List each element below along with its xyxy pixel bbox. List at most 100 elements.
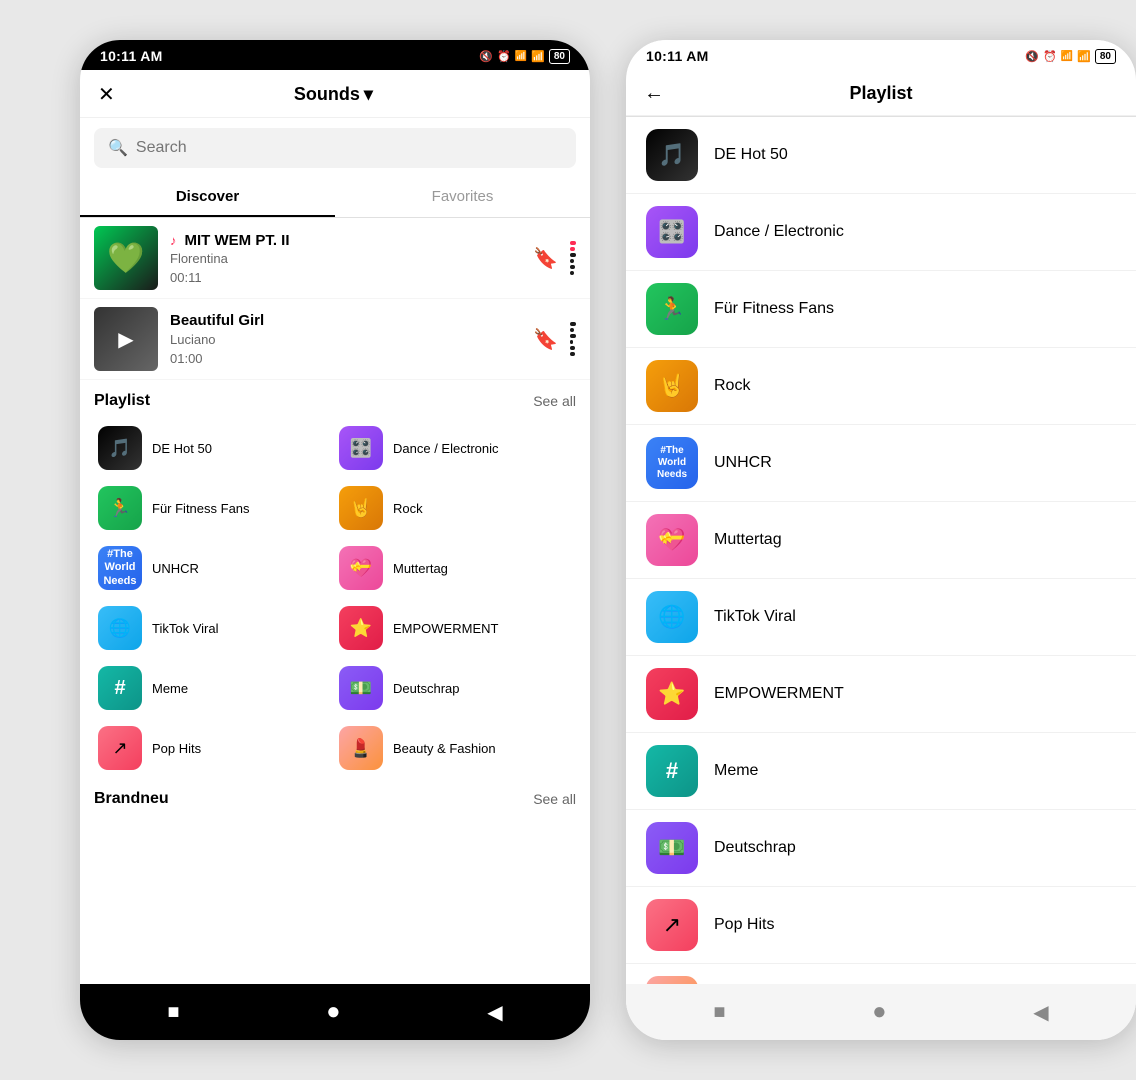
playlist-name: Muttertag (393, 561, 448, 576)
playlist-name: DE Hot 50 (714, 146, 788, 164)
list-item[interactable]: #TheWorldNeeds UNHCR (626, 425, 1136, 502)
playlist-icon: 💵 (339, 666, 383, 710)
playlist-list: 🎵 DE Hot 50 🎛️ Dance / Electronic 🏃 Für … (626, 117, 1136, 984)
list-item[interactable]: # Meme (626, 733, 1136, 810)
back-button[interactable]: ← (644, 82, 664, 105)
playlist-icon: 🎵 (98, 426, 142, 470)
playlist-icon: 💄 (339, 726, 383, 770)
playlist-section-title: Playlist (94, 392, 150, 410)
bookmark-button[interactable]: 🔖 (533, 327, 558, 352)
home-button[interactable]: ● (872, 998, 887, 1026)
stop-button[interactable]: ■ (713, 1001, 725, 1024)
playlist-icon: # (646, 745, 698, 797)
brandneu-see-all-button[interactable]: See all (533, 791, 576, 807)
music-note-icon: ♪ (170, 233, 177, 248)
track-item[interactable]: ▶ Beautiful Girl Luciano 01:00 🔖 (80, 299, 590, 380)
playlist-name: TikTok Viral (152, 621, 218, 636)
stop-button[interactable]: ■ (167, 1001, 179, 1024)
sounds-title: Sounds ▾ (294, 84, 373, 105)
track-time: 01:00 (170, 351, 521, 366)
search-bar[interactable]: 🔍 (94, 128, 576, 168)
track-title: Beautiful Girl (170, 312, 264, 329)
status-bar-left: 10:11 AM 🔇 ⏰ 📶 📶 80 (80, 40, 590, 70)
list-item[interactable]: ⭐ EMPOWERMENT (335, 598, 576, 658)
playlist-icon: #TheWorldNeeds (98, 546, 142, 590)
mute-icon: 🔇 (479, 50, 493, 63)
playlist-icon: 💝 (646, 514, 698, 566)
playlist-icon: 🎛️ (339, 426, 383, 470)
signal-icon: 📶 (1061, 51, 1073, 62)
status-icons-left: 🔇 ⏰ 📶 📶 80 (479, 49, 570, 64)
list-item[interactable]: #TheWorldNeeds UNHCR (94, 538, 335, 598)
playlist-section-header: Playlist See all (80, 380, 590, 418)
playlist-name: Deutschrap (714, 839, 796, 857)
playlist-icon: ⭐ (646, 668, 698, 720)
playlist-name: Muttertag (714, 531, 782, 549)
right-phone: 10:11 AM 🔇 ⏰ 📶 📶 80 ← Playlist 🎵 DE Hot … (626, 40, 1136, 1040)
battery-left: 80 (549, 49, 570, 64)
track-time: 00:11 (170, 270, 521, 285)
list-item[interactable]: 🤘 Rock (335, 478, 576, 538)
bookmark-button[interactable]: 🔖 (533, 246, 558, 271)
playlist-name: Meme (152, 681, 188, 696)
playlist-icon: 🏃 (646, 283, 698, 335)
list-item[interactable]: ↗ Pop Hits (626, 887, 1136, 964)
playlist-name: Für Fitness Fans (714, 300, 834, 318)
dropdown-icon[interactable]: ▾ (364, 84, 373, 105)
tabs: Discover Favorites (80, 178, 590, 218)
playlist-icon: 🤘 (339, 486, 383, 530)
mute-icon: 🔇 (1025, 50, 1039, 63)
playlist-icon: ⭐ (339, 606, 383, 650)
playlist-icon: 💝 (339, 546, 383, 590)
list-item[interactable]: 💵 Deutschrap (335, 658, 576, 718)
bottom-nav-right: ■ ● ◀ (626, 984, 1136, 1040)
list-item[interactable]: 🎛️ Dance / Electronic (335, 418, 576, 478)
brandneu-section-header: Brandneu See all (80, 778, 590, 812)
list-item[interactable]: 💄 Beauty & Fashion (335, 718, 576, 778)
playlist-icon: #TheWorldNeeds (646, 437, 698, 489)
home-button[interactable]: ● (326, 998, 341, 1026)
list-item[interactable]: 🎵 DE Hot 50 (626, 117, 1136, 194)
playlist-name: EMPOWERMENT (393, 621, 498, 636)
list-item[interactable]: 🎵 DE Hot 50 (94, 418, 335, 478)
alarm-icon: ⏰ (497, 50, 511, 63)
status-bar-right: 10:11 AM 🔇 ⏰ 📶 📶 80 (626, 40, 1136, 70)
close-button[interactable]: ✕ (98, 82, 115, 107)
see-all-button[interactable]: See all (533, 393, 576, 409)
back-button[interactable]: ◀ (1033, 1000, 1048, 1025)
playlist-name: Deutschrap (393, 681, 459, 696)
track-artist: Luciano (170, 332, 521, 347)
list-item[interactable]: 💝 Muttertag (335, 538, 576, 598)
list-item[interactable]: 🎛️ Dance / Electronic (626, 194, 1136, 271)
wifi-icon: 📶 (531, 50, 545, 63)
back-button[interactable]: ◀ (487, 1000, 502, 1025)
signal-icon: 📶 (515, 51, 527, 62)
list-item[interactable]: 🏃 Für Fitness Fans (626, 271, 1136, 348)
list-item[interactable]: 🌐 TikTok Viral (626, 579, 1136, 656)
track-item[interactable]: 💚 ♪ MIT WEM PT. II Florentina 00:11 🔖 (80, 218, 590, 299)
playlist-name: UNHCR (152, 561, 199, 576)
playlist-grid: 🎵 DE Hot 50 🎛️ Dance / Electronic 🏃 Für … (80, 418, 590, 778)
playlist-name: DE Hot 50 (152, 441, 212, 456)
list-item[interactable]: # Meme (94, 658, 335, 718)
search-input[interactable] (136, 139, 562, 157)
left-phone: 10:11 AM 🔇 ⏰ 📶 📶 80 ✕ Sounds ▾ 🔍 Discove… (80, 40, 590, 1040)
tab-favorites[interactable]: Favorites (335, 178, 590, 217)
playlist-name: Rock (714, 377, 750, 395)
list-item[interactable]: 💵 Deutschrap (626, 810, 1136, 887)
playlist-name: Für Fitness Fans (152, 501, 250, 516)
list-item[interactable]: ⭐ EMPOWERMENT (626, 656, 1136, 733)
list-item[interactable]: 💄 Beauty & Fashion (626, 964, 1136, 984)
track-artist: Florentina (170, 251, 521, 266)
list-item[interactable]: 🤘 Rock (626, 348, 1136, 425)
tab-discover[interactable]: Discover (80, 178, 335, 217)
playlist-icon: 🤘 (646, 360, 698, 412)
track-info: Beautiful Girl Luciano 01:00 (170, 312, 521, 366)
list-item[interactable]: 🏃 Für Fitness Fans (94, 478, 335, 538)
brandneu-title: Brandneu (94, 790, 169, 808)
list-item[interactable]: 💝 Muttertag (626, 502, 1136, 579)
playlist-icon: ↗ (98, 726, 142, 770)
list-item[interactable]: ↗ Pop Hits (94, 718, 335, 778)
list-item[interactable]: 🌐 TikTok Viral (94, 598, 335, 658)
time-left: 10:11 AM (100, 48, 163, 64)
